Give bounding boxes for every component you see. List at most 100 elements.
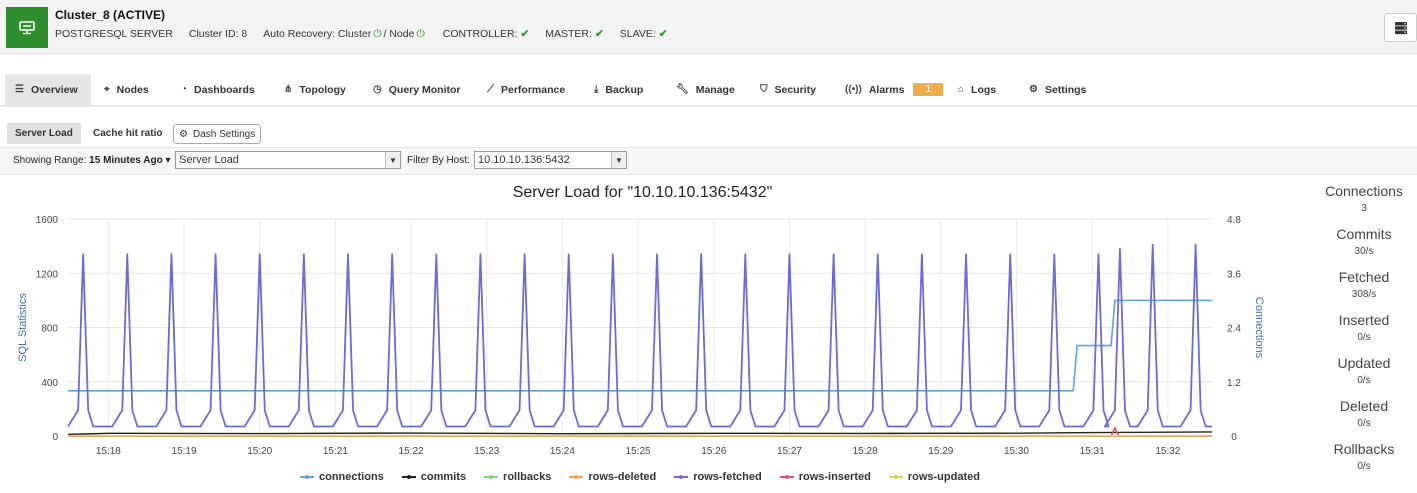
subtab-cache-hit-ratio[interactable]: Cache hit ratio [85,123,170,144]
filter-bar: Showing Range: 15 Minutes Ago ▾ Server L… [0,147,1417,175]
x-tick-label: 15:32 [1155,446,1180,457]
host-select[interactable]: 10.10.10.136:5432 ▼ [474,151,627,169]
tab-security[interactable]: ⛉ Security [760,74,816,105]
stats-panel: Connections 3 Commits 30/s Fetched 308/s In… [1310,183,1417,484]
legend-swatch [484,475,499,479]
auto-recovery: Auto Recovery: Cluster ⏻ / Node ⏻ [263,28,425,40]
legend-item-rows-deleted[interactable]: rows-deleted [569,469,656,485]
y-tick-label: 1200 [36,269,59,280]
legend-label: rows-fetched [693,471,762,483]
wrench-icon: 🔧︎ [676,84,689,95]
main-nav: ☰ Overview ⌖ Nodes ◔ Dashboards ⋔ Topology ◷… [0,74,1417,107]
dash-settings-button[interactable]: ⚙ Dash Settings [173,124,262,144]
chevron-down-icon: ▼ [611,152,626,168]
controller-status: CONTROLLER: ✔ [442,28,530,40]
y2-tick-label: 1.2 [1227,378,1241,389]
tab-query-monitor[interactable]: ◷ Query Monitor [373,74,461,105]
stat-updated: Updated 0/s [1337,355,1391,386]
y-tick-label: 800 [41,324,58,335]
chart-legend: connections commits rollbacks rows-deleted r… [300,469,980,485]
tab-performance[interactable]: ⟋ Performance [487,74,565,105]
y2-axis-label: Connections [1253,297,1265,359]
list-icon: ☰ [15,84,24,95]
tab-backup[interactable]: ⤓ Backup [594,74,643,105]
master-status: MASTER: ✔ [545,28,604,40]
server-icon [6,7,48,48]
y-tick-label: 400 [41,378,58,389]
legend-item-connections[interactable]: connections [300,469,384,485]
clock-icon: ◷ [373,84,382,95]
power-icon: ⏻ [416,28,425,40]
inbox-icon: ⌂ [958,84,965,95]
host-filter-label: Filter By Host: [407,155,470,166]
x-tick-label: 15:29 [928,446,953,457]
legend-item-rows-updated[interactable]: rows-updated [888,469,980,485]
legend-label: commits [420,471,467,483]
stat-deleted: Deleted 0/s [1339,398,1389,429]
gear-icon: ⚙ [1029,84,1038,95]
check-icon: ✔ [520,28,530,40]
legend-swatch [569,475,584,479]
tab-topology[interactable]: ⋔ Topology [284,74,346,105]
line-chart-icon: ⟋ [487,84,494,95]
cluster-header: Cluster_8 (ACTIVE) POSTGRESQL SERVER Clu… [0,0,1417,54]
x-tick-label: 15:19 [172,446,197,457]
x-tick-label: 15:30 [1004,446,1029,457]
stat-connections: Connections 3 [1325,183,1403,214]
y-tick-label: 0 [52,432,58,443]
legend-item-commits[interactable]: commits [401,469,467,485]
cluster-actions-button[interactable] [1384,13,1417,42]
server-stack-icon [1394,21,1407,34]
legend-swatch [888,475,903,479]
x-tick-label: 15:31 [1080,446,1105,457]
legend-label: rows-inserted [798,471,871,483]
y2-tick-label: 4.8 [1227,215,1241,226]
legend-item-rows-inserted[interactable]: rows-inserted [779,469,871,485]
power-icon: ⏻ [373,28,382,40]
series-rows-fetched [67,243,1212,428]
dashboard-icon: ◔ [181,84,188,95]
y-axis-label: SQL Statistics [17,293,29,362]
dashboard-select[interactable]: Server Load ▼ [175,151,401,169]
series-rows-inserted [68,427,1212,437]
check-icon: ✔ [658,28,668,40]
legend-label: connections [319,471,384,483]
legend-item-rollbacks[interactable]: rollbacks [484,469,551,485]
tab-alarms[interactable]: ((•)) Alarms 1 [845,74,943,105]
x-tick-label: 15:28 [853,446,878,457]
slave-status: SLAVE: ✔ [619,28,668,40]
cluster-title: Cluster_8 (ACTIVE) [55,8,166,22]
legend-item-rows-fetched[interactable]: rows-fetched [674,469,762,485]
y2-tick-label: 0 [1231,432,1237,443]
range-selector[interactable]: Showing Range: 15 Minutes Ago ▾ [13,155,171,166]
stat-commits: Commits 30/s [1336,226,1392,257]
legend-swatch [674,475,689,479]
x-tick-label: 15:18 [96,446,121,457]
legend-label: rows-deleted [588,471,657,483]
x-tick-label: 15:20 [247,446,272,457]
x-tick-label: 15:24 [550,446,575,457]
legend-label: rollbacks [503,471,552,483]
legend-swatch [300,475,314,479]
tab-overview[interactable]: ☰ Overview [5,74,91,105]
subtab-server-load[interactable]: Server Load [7,123,81,144]
stat-rollbacks: Rollbacks 0/s [1333,441,1395,472]
caret-down-icon: ▾ [165,155,171,166]
cluster-id: Cluster ID: 8 [188,28,248,40]
x-tick-label: 15:21 [323,446,348,457]
x-tick-label: 15:22 [399,446,424,457]
x-tick-label: 15:26 [701,446,726,457]
check-icon: ✔ [594,28,604,40]
legend-swatch [401,475,416,479]
nodes-icon: ⌖ [104,84,110,95]
tab-logs[interactable]: ⌂ Logs [958,74,996,105]
tab-dashboards[interactable]: ◔ Dashboards [181,74,255,105]
gear-icon: ⚙ [179,128,188,140]
chevron-down-icon: ▼ [385,152,400,168]
stat-inserted: Inserted 0/s [1338,312,1390,343]
x-tick-label: 15:23 [474,446,499,457]
tab-manage[interactable]: 🔧︎ Manage [676,74,735,105]
server-type: POSTGRESQL SERVER [55,28,173,40]
tab-settings[interactable]: ⚙ Settings [1029,74,1086,105]
tab-nodes[interactable]: ⌖ Nodes [104,74,149,105]
